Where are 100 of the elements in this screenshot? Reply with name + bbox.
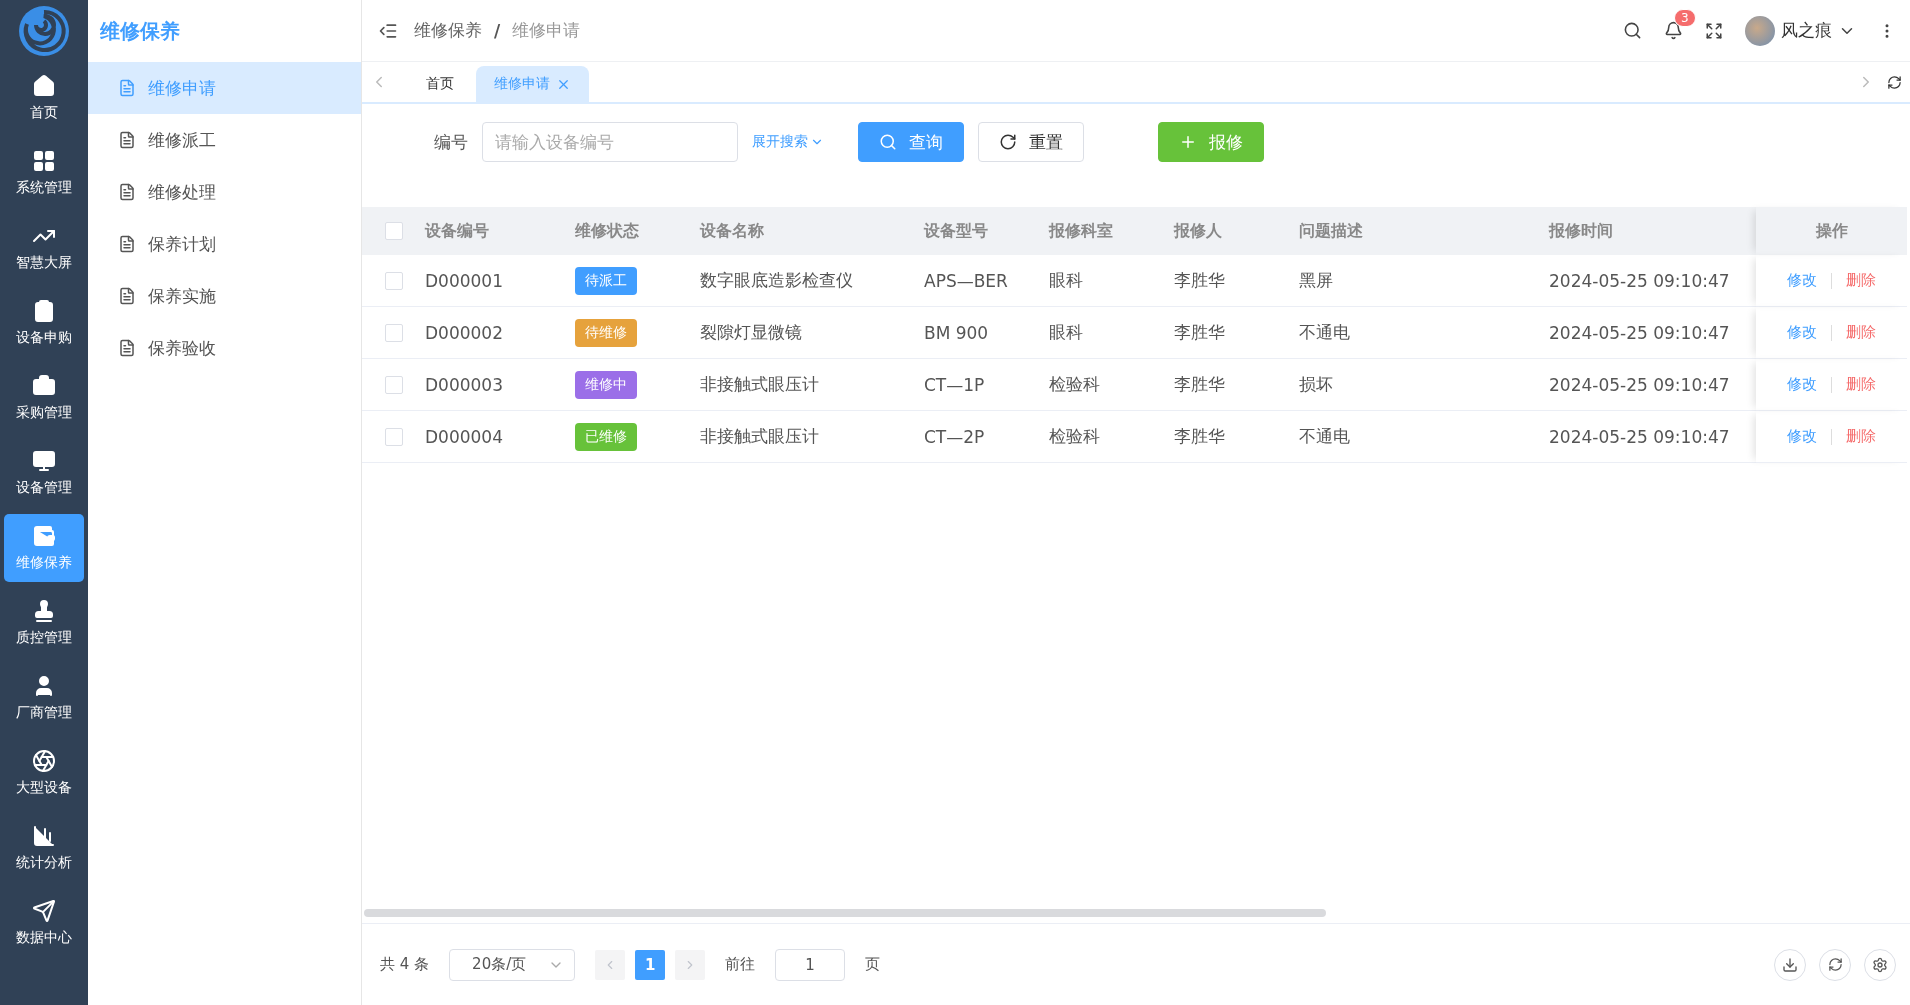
menu-label: 保养验收 (148, 336, 216, 360)
action-button[interactable]: 重置 (978, 122, 1084, 162)
nav-label: 采购管理 (16, 404, 72, 422)
table-cell: 李胜华 (1174, 255, 1299, 307)
scrollbar[interactable] (364, 909, 1326, 917)
nav-item[interactable]: 系统管理 (4, 139, 84, 207)
column-header: 设备编号 (425, 207, 575, 255)
document-icon (118, 131, 136, 149)
home-icon (32, 74, 56, 98)
status-tag: 待派工 (575, 266, 637, 295)
notification-badge: 3 (1674, 9, 1696, 27)
page-suffix: 页 (865, 955, 881, 974)
nav-label: 设备管理 (16, 479, 72, 497)
status-tag: 待维修 (575, 318, 637, 347)
total-count: 共 4 条 (380, 955, 430, 974)
paper-plane-icon (32, 899, 56, 923)
monitor-icon (32, 449, 56, 473)
breadcrumb-item[interactable]: 维修保养 (414, 19, 482, 42)
checkbox[interactable] (384, 427, 403, 446)
nav-item[interactable]: 数据中心 (4, 889, 84, 957)
checkbox[interactable] (384, 375, 403, 394)
page-size-select[interactable]: 20条/页 (449, 948, 576, 981)
user-name[interactable]: 风之痕 (1781, 19, 1832, 42)
table-cell: 非接触式眼压计 (700, 411, 924, 463)
nav-label: 大型设备 (16, 779, 72, 797)
nav-label: 统计分析 (16, 854, 72, 872)
logo-icon (17, 4, 71, 58)
nav-item[interactable]: 大型设备 (4, 739, 84, 807)
document-icon (118, 183, 136, 201)
menu-label: 保养实施 (148, 284, 216, 308)
breadcrumb-separator: / (494, 20, 501, 41)
refresh-icon[interactable] (1887, 74, 1902, 90)
table-cell: 裂隙灯显微镜 (700, 307, 924, 359)
menu-title: 维修保养 (99, 17, 181, 45)
column-header: 操作 (1756, 207, 1907, 255)
nav-label: 维修保养 (16, 554, 72, 572)
status-tag: 维修中 (575, 370, 637, 399)
table-cell: 数字眼底造影检查仪 (700, 255, 924, 307)
nav-label: 首页 (30, 104, 58, 122)
table-cell: 黑屏 (1299, 255, 1549, 307)
nav-item[interactable]: 首页 (4, 64, 84, 132)
fullscreen-icon[interactable] (1705, 21, 1723, 40)
table-cell: 检验科 (1049, 411, 1174, 463)
table-cell: 不通电 (1299, 307, 1549, 359)
nav-label: 设备申购 (16, 329, 72, 347)
table-cell: 李胜华 (1174, 359, 1299, 411)
status-tag: 已维修 (575, 422, 637, 451)
menu-label: 维修申请 (148, 76, 216, 100)
column-header: 问题描述 (1299, 207, 1549, 255)
checkbox[interactable] (384, 271, 403, 290)
plus-icon (1179, 133, 1197, 151)
menu-label: 维修处理 (148, 180, 216, 204)
briefcase-icon (32, 374, 56, 398)
table-cell: 李胜华 (1174, 307, 1299, 359)
table-cell: 非接触式眼压计 (700, 359, 924, 411)
menu-label: 保养计划 (148, 232, 216, 256)
table-cell: 眼科 (1049, 307, 1174, 359)
document-icon (118, 79, 136, 97)
document-icon (118, 287, 136, 305)
column-header: 报修科室 (1049, 207, 1174, 255)
table-cell: 眼科 (1049, 255, 1174, 307)
table-cell: CT—2P (924, 411, 1049, 463)
nav-item[interactable]: 设备管理 (4, 439, 84, 507)
nav-label: 厂商管理 (16, 704, 72, 722)
menu-label: 维修派工 (148, 128, 216, 152)
goto-label: 前往 (725, 955, 756, 974)
header-cell (1749, 207, 1756, 255)
column-header: 报修人 (1174, 207, 1299, 255)
search-icon (879, 133, 897, 151)
nav-label: 智慧大屏 (16, 254, 72, 272)
nav-item[interactable]: 统计分析 (4, 814, 84, 882)
aperture-icon (32, 749, 56, 773)
nav-item[interactable]: 采购管理 (4, 364, 84, 432)
field-label: 编号 (434, 130, 468, 154)
nav-item[interactable]: 智慧大屏 (4, 214, 84, 282)
nav-label: 数据中心 (16, 929, 72, 947)
checkbox[interactable] (384, 222, 403, 240)
nav-item[interactable]: 设备申购 (4, 289, 84, 357)
document-icon (118, 235, 136, 253)
checkbox[interactable] (384, 323, 403, 342)
input-field[interactable]: 请输入设备编号 (482, 122, 738, 162)
column-header: 设备名称 (700, 207, 924, 255)
avatar[interactable] (1745, 15, 1775, 46)
stamp-icon (32, 599, 56, 623)
settings-icon (1872, 956, 1888, 973)
table-cell: APS—BER (924, 255, 1049, 307)
tab[interactable]: 首页 (408, 66, 472, 102)
bell-icon[interactable] (1664, 21, 1683, 40)
search-icon[interactable] (1623, 21, 1642, 40)
page-input[interactable]: 1 (775, 948, 846, 981)
table-cell: 检验科 (1049, 359, 1174, 411)
nav-item[interactable]: 质控管理 (4, 589, 84, 657)
table-cell: CT—1P (924, 359, 1049, 411)
nav-item[interactable]: 厂商管理 (4, 664, 84, 732)
refresh-icon (1827, 957, 1843, 972)
table-cell: 不通电 (1299, 411, 1549, 463)
refresh-icon (999, 133, 1017, 151)
column-header: 维修状态 (575, 207, 700, 255)
grid-icon (32, 149, 56, 173)
document-icon (118, 339, 136, 357)
